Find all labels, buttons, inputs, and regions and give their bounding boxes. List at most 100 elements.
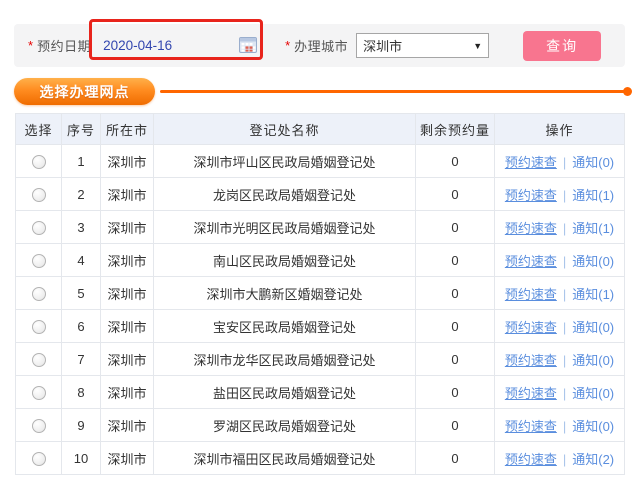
city-cell: 深圳市 bbox=[101, 211, 154, 244]
separator: | bbox=[563, 452, 566, 467]
index-cell: 2 bbox=[62, 178, 101, 211]
select-radio[interactable] bbox=[32, 221, 46, 235]
quick-check-link[interactable]: 预约速查 bbox=[505, 188, 557, 203]
table-row: 10 深圳市 深圳市福田区民政局婚姻登记处 0 预约速查|通知(2) bbox=[16, 442, 625, 475]
city-select-value: 深圳市 bbox=[363, 36, 402, 55]
section-divider-line bbox=[160, 90, 628, 93]
table-row: 3 深圳市 深圳市光明区民政局婚姻登记处 0 预约速查|通知(1) bbox=[16, 211, 625, 244]
notice-link[interactable]: 通知(0) bbox=[572, 419, 614, 434]
table-row: 2 深圳市 龙岗区民政局婚姻登记处 0 预约速查|通知(1) bbox=[16, 178, 625, 211]
index-cell: 4 bbox=[62, 244, 101, 277]
office-name-cell: 宝安区民政局婚姻登记处 bbox=[154, 310, 416, 343]
quick-check-link[interactable]: 预约速查 bbox=[505, 353, 557, 368]
index-cell: 10 bbox=[62, 442, 101, 475]
notice-link[interactable]: 通知(0) bbox=[572, 353, 614, 368]
select-radio[interactable] bbox=[32, 155, 46, 169]
select-cell bbox=[16, 277, 62, 310]
select-radio[interactable] bbox=[32, 254, 46, 268]
city-cell: 深圳市 bbox=[101, 409, 154, 442]
select-radio[interactable] bbox=[32, 287, 46, 301]
notice-link[interactable]: 通知(1) bbox=[572, 221, 614, 236]
index-cell: 8 bbox=[62, 376, 101, 409]
office-name-cell: 南山区民政局婚姻登记处 bbox=[154, 244, 416, 277]
notice-link[interactable]: 通知(1) bbox=[572, 188, 614, 203]
remaining-cell: 0 bbox=[416, 409, 495, 442]
query-form: * 预约日期 2020-04-16 * 办理城市 bbox=[14, 24, 625, 67]
index-cell: 5 bbox=[62, 277, 101, 310]
select-cell bbox=[16, 409, 62, 442]
select-radio[interactable] bbox=[32, 386, 46, 400]
quick-check-link[interactable]: 预约速查 bbox=[505, 320, 557, 335]
notice-link[interactable]: 通知(0) bbox=[572, 254, 614, 269]
notice-link[interactable]: 通知(2) bbox=[572, 452, 614, 467]
quick-check-link[interactable]: 预约速查 bbox=[505, 287, 557, 302]
separator: | bbox=[563, 419, 566, 434]
office-name-cell: 深圳市龙华区民政局婚姻登记处 bbox=[154, 343, 416, 376]
required-marker: * bbox=[285, 38, 290, 53]
actions-cell: 预约速查|通知(1) bbox=[495, 277, 625, 310]
quick-check-link[interactable]: 预约速查 bbox=[505, 221, 557, 236]
date-value: 2020-04-16 bbox=[99, 38, 172, 53]
calendar-icon[interactable] bbox=[239, 37, 257, 53]
notice-link[interactable]: 通知(1) bbox=[572, 287, 614, 302]
office-name-cell: 龙岗区民政局婚姻登记处 bbox=[154, 178, 416, 211]
page: * 预约日期 2020-04-16 * 办理城市 bbox=[0, 0, 639, 486]
table-row: 4 深圳市 南山区民政局婚姻登记处 0 预约速查|通知(0) bbox=[16, 244, 625, 277]
separator: | bbox=[563, 353, 566, 368]
quick-check-link[interactable]: 预约速查 bbox=[505, 452, 557, 467]
col-header-actions: 操作 bbox=[495, 114, 625, 145]
remaining-cell: 0 bbox=[416, 277, 495, 310]
actions-cell: 预约速查 | 通知(0) bbox=[495, 409, 625, 442]
select-radio[interactable] bbox=[32, 188, 46, 202]
quick-check-link[interactable]: 预约速查 bbox=[505, 419, 557, 434]
select-radio[interactable] bbox=[32, 419, 46, 433]
select-radio[interactable] bbox=[32, 320, 46, 334]
col-header-select: 选择 bbox=[16, 114, 62, 145]
separator: | bbox=[563, 386, 566, 401]
city-select[interactable]: 深圳市 ▼ bbox=[356, 33, 489, 58]
actions-cell: 预约速查 | 通知(0) bbox=[495, 145, 625, 178]
date-input[interactable]: 2020-04-16 bbox=[99, 34, 259, 58]
office-name-cell: 深圳市光明区民政局婚姻登记处 bbox=[154, 211, 416, 244]
separator: | bbox=[563, 155, 566, 170]
office-name-cell: 深圳市坪山区民政局婚姻登记处 bbox=[154, 145, 416, 178]
quick-check-link[interactable]: 预约速查 bbox=[505, 386, 557, 401]
city-cell: 深圳市 bbox=[101, 376, 154, 409]
select-cell bbox=[16, 442, 62, 475]
search-button[interactable]: 查询 bbox=[523, 31, 601, 61]
select-radio[interactable] bbox=[32, 452, 46, 466]
col-header-city: 所在市 bbox=[101, 114, 154, 145]
section-title-badge: 选择办理网点 bbox=[14, 78, 155, 105]
table-row: 9 深圳市 罗湖区民政局婚姻登记处 0 预约速查|通知(0) bbox=[16, 409, 625, 442]
office-name-cell: 深圳市大鹏新区婚姻登记处 bbox=[154, 277, 416, 310]
select-cell bbox=[16, 343, 62, 376]
quick-check-link[interactable]: 预约速查 bbox=[505, 155, 557, 170]
quick-check-link[interactable]: 预约速查 bbox=[505, 254, 557, 269]
office-name-cell: 罗湖区民政局婚姻登记处 bbox=[154, 409, 416, 442]
select-cell bbox=[16, 244, 62, 277]
select-cell bbox=[16, 178, 62, 211]
actions-cell: 预约速查 | 通知(0) bbox=[495, 343, 625, 376]
col-header-index: 序号 bbox=[62, 114, 101, 145]
separator: | bbox=[563, 188, 566, 203]
notice-link[interactable]: 通知(0) bbox=[572, 386, 614, 401]
index-cell: 7 bbox=[62, 343, 101, 376]
remaining-cell: 0 bbox=[416, 376, 495, 409]
actions-cell: 预约速查|通知(1) bbox=[495, 211, 625, 244]
notice-link[interactable]: 通知(0) bbox=[572, 155, 614, 170]
separator: | bbox=[563, 320, 566, 335]
remaining-cell: 0 bbox=[416, 310, 495, 343]
actions-cell: 预约速查 | 通知(1) bbox=[495, 178, 625, 211]
city-cell: 深圳市 bbox=[101, 442, 154, 475]
select-radio[interactable] bbox=[32, 353, 46, 367]
remaining-cell: 0 bbox=[416, 442, 495, 475]
notice-link[interactable]: 通知(0) bbox=[572, 320, 614, 335]
section-header: 选择办理网点 bbox=[14, 78, 625, 106]
city-cell: 深圳市 bbox=[101, 178, 154, 211]
date-label: 预约日期 bbox=[37, 36, 91, 55]
offices-table: 选择 序号 所在市 登记处名称 剩余预约量 操作 1 深圳市 深圳市坪山区民政局… bbox=[15, 113, 625, 475]
remaining-cell: 0 bbox=[416, 145, 495, 178]
city-cell: 深圳市 bbox=[101, 145, 154, 178]
index-cell: 6 bbox=[62, 310, 101, 343]
table-body: 1 深圳市 深圳市坪山区民政局婚姻登记处 0 预约速查|通知(0) 2 深圳市 … bbox=[16, 145, 625, 475]
